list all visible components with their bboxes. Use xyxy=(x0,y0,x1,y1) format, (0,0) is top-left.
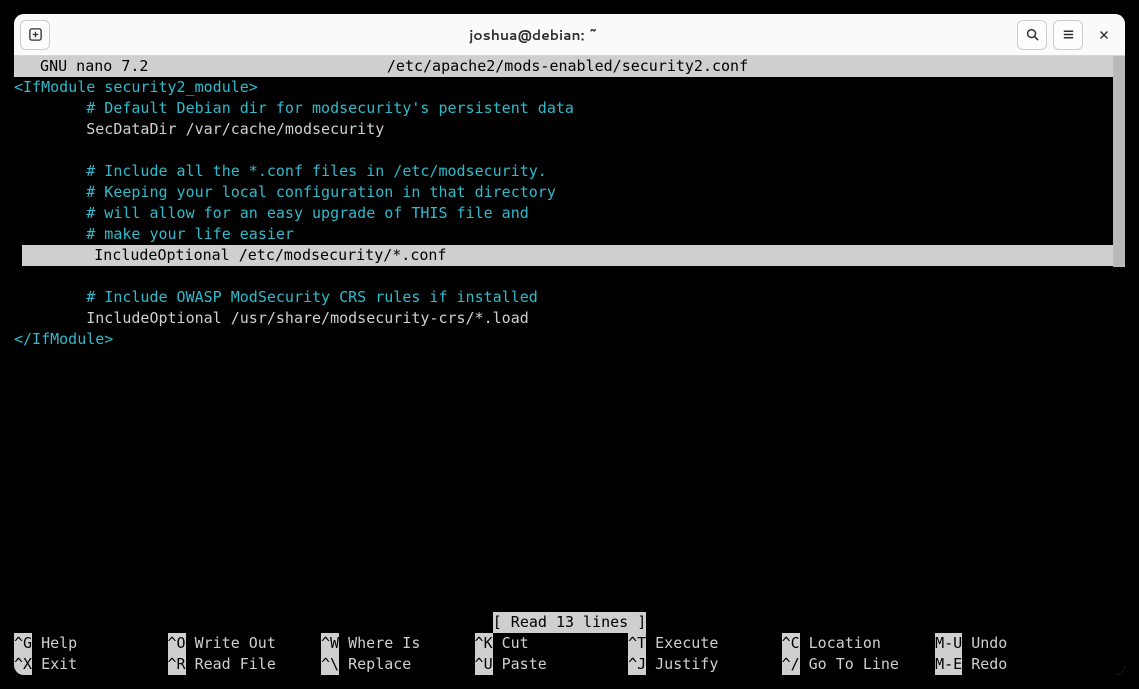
code-line: SecDataDir /var/cache/modsecurity xyxy=(14,119,1125,140)
shortcut-cut[interactable]: ^KCut xyxy=(475,633,629,654)
code-line: # Include OWASP ModSecurity CRS rules if… xyxy=(14,287,1125,308)
shortcut-whereis[interactable]: ^WWhere Is xyxy=(321,633,475,654)
scrollbar[interactable] xyxy=(1113,56,1125,267)
code-line: </IfModule> xyxy=(14,329,1125,350)
hamburger-icon xyxy=(1061,27,1076,42)
code-line: # Keeping your local configuration in th… xyxy=(14,182,1125,203)
cursor-line: IncludeOptional /etc/modsecurity/*.conf xyxy=(22,245,1113,266)
new-tab-button[interactable] xyxy=(20,20,50,50)
terminal-window: joshua@debian: ~ GNU nano 7.2 /etc/apach… xyxy=(14,14,1125,675)
shortcut-exit[interactable]: ^XExit xyxy=(14,654,168,675)
shortcut-undo[interactable]: M-UUndo xyxy=(935,633,1113,654)
status-bar: [ Read 13 lines ] xyxy=(14,612,1125,633)
search-icon xyxy=(1025,27,1040,42)
terminal-content[interactable]: GNU nano 7.2 /etc/apache2/mods-enabled/s… xyxy=(14,56,1125,612)
close-icon xyxy=(1097,28,1111,42)
shortcut-gotoline[interactable]: ^/Go To Line xyxy=(782,654,936,675)
titlebar: joshua@debian: ~ xyxy=(14,14,1125,56)
shortcut-bar: ^GHelp ^OWrite Out ^WWhere Is ^KCut ^TEx… xyxy=(14,633,1125,675)
shortcut-execute[interactable]: ^TExecute xyxy=(628,633,782,654)
code-line: <IfModule security2_module> xyxy=(14,77,1125,98)
nano-header: GNU nano 7.2 /etc/apache2/mods-enabled/s… xyxy=(14,56,1125,77)
shortcut-row: ^GHelp ^OWrite Out ^WWhere Is ^KCut ^TEx… xyxy=(14,633,1113,654)
code-line: IncludeOptional /usr/share/modsecurity-c… xyxy=(14,308,1125,329)
nano-file-path: /etc/apache2/mods-enabled/security2.conf xyxy=(148,56,986,77)
code-line: # will allow for an easy upgrade of THIS… xyxy=(14,203,1125,224)
shortcut-readfile[interactable]: ^RRead File xyxy=(168,654,322,675)
shortcut-paste[interactable]: ^UPaste xyxy=(475,654,629,675)
shortcut-replace[interactable]: ^\Replace xyxy=(321,654,475,675)
nano-app-label: GNU nano 7.2 xyxy=(14,56,148,77)
menu-button[interactable] xyxy=(1053,20,1083,50)
code-line: # make your life easier xyxy=(14,224,1125,245)
shortcut-help[interactable]: ^GHelp xyxy=(14,633,168,654)
window-title: joshua@debian: ~ xyxy=(56,25,1011,45)
shortcut-writeout[interactable]: ^OWrite Out xyxy=(168,633,322,654)
code-line xyxy=(14,266,1125,287)
shortcut-row: ^XExit ^RRead File ^\Replace ^UPaste ^JJ… xyxy=(14,654,1113,675)
code-line xyxy=(14,140,1125,161)
code-line: # Include all the *.conf files in /etc/m… xyxy=(14,161,1125,182)
shortcut-justify[interactable]: ^JJustify xyxy=(628,654,782,675)
terminal-area[interactable]: GNU nano 7.2 /etc/apache2/mods-enabled/s… xyxy=(14,56,1125,675)
code-line: # Default Debian dir for modsecurity's p… xyxy=(14,98,1125,119)
shortcut-redo[interactable]: M-ERedo xyxy=(935,654,1113,675)
shortcut-location[interactable]: ^CLocation xyxy=(782,633,936,654)
search-button[interactable] xyxy=(1017,20,1047,50)
close-button[interactable] xyxy=(1089,20,1119,50)
status-message: [ Read 13 lines ] xyxy=(493,612,647,633)
new-tab-icon xyxy=(28,27,43,42)
